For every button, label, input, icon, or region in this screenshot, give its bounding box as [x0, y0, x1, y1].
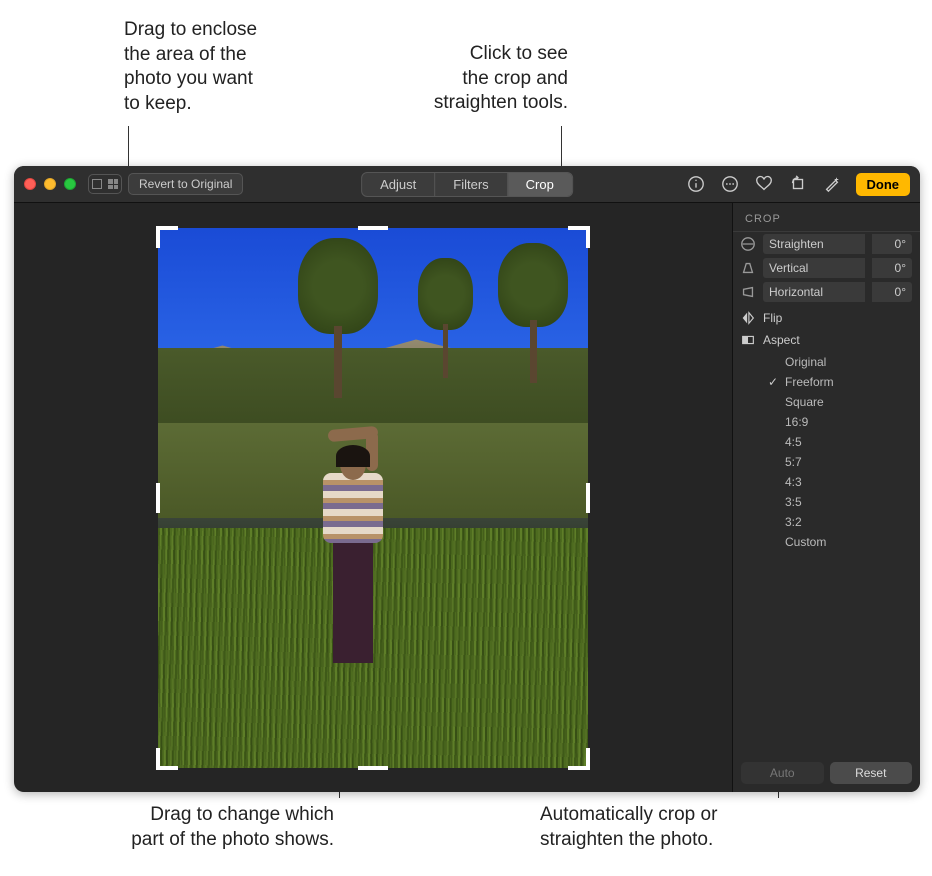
aspect-option[interactable]: 4:3: [767, 472, 920, 492]
auto-enhance-icon[interactable]: [822, 174, 842, 194]
info-icon[interactable]: [686, 174, 706, 194]
photos-edit-window: Revert to Original Adjust Filters Crop D…: [14, 166, 920, 792]
flip-row[interactable]: Flip: [733, 304, 920, 330]
prop-horizontal[interactable]: Horizontal 0°: [733, 280, 920, 304]
prop-value[interactable]: 0°: [872, 234, 912, 254]
aspect-option-label: 16:9: [785, 415, 808, 429]
aspect-option[interactable]: 3:2: [767, 512, 920, 532]
toolbar: Revert to Original Adjust Filters Crop D…: [14, 166, 920, 203]
aspect-label: Aspect: [763, 333, 800, 347]
grid-view-icon[interactable]: [105, 175, 121, 193]
prop-vertical[interactable]: Vertical 0°: [733, 256, 920, 280]
aspect-option[interactable]: 5:7: [767, 452, 920, 472]
aspect-option[interactable]: Custom: [767, 532, 920, 552]
aspect-option-label: 5:7: [785, 455, 802, 469]
callout-auto-crop: Automatically crop or straighten the pho…: [540, 803, 800, 852]
fullscreen-icon[interactable]: [64, 178, 76, 190]
photo[interactable]: [158, 228, 588, 768]
revert-button[interactable]: Revert to Original: [128, 173, 243, 195]
checkmark-icon: ✓: [767, 375, 779, 389]
single-view-icon[interactable]: [89, 175, 105, 193]
aspect-row[interactable]: Aspect: [733, 330, 920, 352]
window-controls[interactable]: [24, 178, 76, 190]
tab-adjust[interactable]: Adjust: [362, 173, 435, 196]
prop-straighten[interactable]: Straighten 0°: [733, 232, 920, 256]
callout-drag-change: Drag to change which part of the photo s…: [34, 803, 334, 852]
straighten-icon: [739, 236, 757, 252]
favorite-icon[interactable]: [754, 174, 774, 194]
prop-label: Vertical: [763, 258, 865, 278]
aspect-option-label: 4:5: [785, 435, 802, 449]
crop-sidebar: CROP Straighten 0° Vertical 0° Horizo: [732, 203, 920, 792]
flip-icon: [739, 310, 757, 326]
tab-filters[interactable]: Filters: [435, 173, 507, 196]
aspect-option[interactable]: 16:9: [767, 412, 920, 432]
rotate-icon[interactable]: [788, 174, 808, 194]
aspect-option-label: Freeform: [785, 375, 834, 389]
crop-frame[interactable]: [158, 228, 588, 768]
more-icon[interactable]: [720, 174, 740, 194]
aspect-option[interactable]: Square: [767, 392, 920, 412]
aspect-option-label: Original: [785, 355, 826, 369]
aspect-option[interactable]: ✓ Freeform: [767, 372, 920, 392]
canvas-area: [14, 203, 732, 792]
close-icon[interactable]: [24, 178, 36, 190]
aspect-option-label: 3:5: [785, 495, 802, 509]
prop-value[interactable]: 0°: [872, 258, 912, 278]
callout-crop-tools: Click to see the crop and straighten too…: [398, 42, 568, 116]
toolbar-right-icons: Done: [686, 173, 911, 196]
bottom-buttons: Auto Reset: [733, 754, 920, 792]
minimize-icon[interactable]: [44, 178, 56, 190]
aspect-option[interactable]: 3:5: [767, 492, 920, 512]
aspect-option[interactable]: Original: [767, 352, 920, 372]
aspect-option-label: Square: [785, 395, 824, 409]
done-button[interactable]: Done: [856, 173, 911, 196]
auto-button[interactable]: Auto: [741, 762, 824, 784]
aspect-option-label: Custom: [785, 535, 826, 549]
aspect-option-label: 4:3: [785, 475, 802, 489]
aspect-icon: [739, 332, 757, 348]
prop-label: Straighten: [763, 234, 865, 254]
horizontal-perspective-icon: [739, 284, 757, 300]
sidebar-title: CROP: [733, 203, 920, 232]
callout-drag-enclose: Drag to enclose the area of the photo yo…: [124, 18, 257, 117]
tab-crop[interactable]: Crop: [508, 173, 572, 196]
aspect-option[interactable]: 4:5: [767, 432, 920, 452]
aspect-option-label: 3:2: [785, 515, 802, 529]
vertical-perspective-icon: [739, 260, 757, 276]
prop-label: Horizontal: [763, 282, 865, 302]
aspect-options: Original ✓ Freeform Square 16:9 4:5 5:7 4:3 3:5 3…: [733, 352, 920, 552]
prop-value[interactable]: 0°: [872, 282, 912, 302]
view-toggle[interactable]: [88, 174, 122, 194]
reset-button[interactable]: Reset: [830, 762, 913, 784]
flip-label: Flip: [763, 311, 782, 325]
edit-mode-tabs: Adjust Filters Crop: [361, 172, 573, 197]
